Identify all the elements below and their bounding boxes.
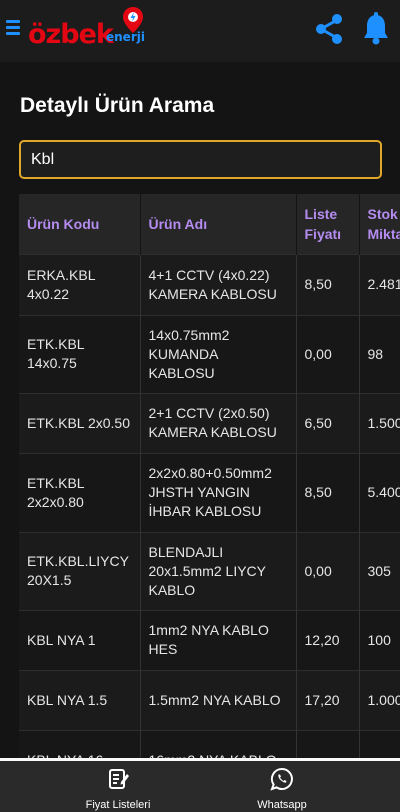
cell-price: 17,20 — [296, 669, 360, 730]
cell-name: 1mm2 NYA KABLO HES — [140, 609, 297, 670]
cell-stock: 5.400 — [359, 452, 400, 532]
cell-stock — [359, 729, 400, 760]
cell-name: 1.5mm2 NYA KABLO — [140, 669, 297, 730]
cell-name: 16mm2 NYA KABLO — [140, 729, 297, 760]
share-icon[interactable] — [312, 12, 346, 46]
cell-stock: 100 — [359, 609, 400, 670]
table-row[interactable]: KBL NYA 1.5 1.5mm2 NYA KABLO 17,20 1.000 — [19, 669, 400, 730]
cell-code: ETK.KBL 14x0.75 — [19, 314, 141, 393]
table-row[interactable]: ETK.KBL 14x0.75 14x0.75mm2 KUMANDA KABLO… — [19, 314, 400, 393]
cell-code: KBL NYA 1.5 — [19, 669, 141, 730]
cell-price: 6,50 — [296, 392, 360, 453]
nav-whatsapp-button[interactable]: Whatsapp — [182, 767, 382, 812]
app-header: özbek enerji — [0, 0, 400, 62]
table-row[interactable]: ETK.KBL 2x0.50 2+1 CCTV (2x0.50) KAMERA … — [19, 392, 400, 453]
menu-icon[interactable] — [6, 18, 22, 38]
column-header-name[interactable]: Ürün Adı — [140, 194, 297, 254]
cell-stock: 305 — [359, 531, 400, 610]
nav-whatsapp-label: Whatsapp — [257, 799, 307, 811]
app-logo[interactable]: özbek enerji — [28, 7, 158, 50]
cell-price: 12,20 — [296, 609, 360, 670]
column-header-stock[interactable]: Stok Miktarı — [359, 194, 400, 254]
search-input[interactable] — [31, 150, 370, 169]
cell-code: ERKA.KBL 4x0.22 — [19, 253, 141, 315]
column-header-code[interactable]: Ürün Kodu — [19, 194, 141, 254]
table-row[interactable]: ERKA.KBL 4x0.22 4+1 CCTV (4x0.22) KAMERA… — [19, 253, 400, 315]
cell-price: 8,50 — [296, 452, 360, 532]
cell-name: BLENDAJLI 20x1.5mm2 LIYCY KABLO — [140, 531, 297, 610]
bell-icon[interactable] — [362, 12, 390, 46]
cell-code: ETK.KBL 2x0.50 — [19, 392, 141, 453]
product-table[interactable]: Ürün Kodu Ürün Adı Liste Fiyatı Stok Mik… — [19, 194, 400, 760]
cell-price: 8,50 — [296, 253, 360, 315]
search-field[interactable] — [19, 140, 382, 179]
cell-name: 4+1 CCTV (4x0.22) KAMERA KABLOSU — [140, 253, 297, 315]
cell-name: 14x0.75mm2 KUMANDA KABLOSU — [140, 314, 297, 393]
logo-text: özbek — [28, 19, 114, 50]
table-row[interactable]: KBL NYA 1 1mm2 NYA KABLO HES 12,20 100 — [19, 609, 400, 670]
bottom-navigation: Fiyat Listeleri Whatsapp — [0, 758, 400, 812]
cell-name: 2+1 CCTV (2x0.50) KAMERA KABLOSU — [140, 392, 297, 453]
cell-code: ETK.KBL.LIYCY 20X1.5 — [19, 531, 141, 610]
location-pin-icon — [123, 7, 143, 33]
cell-price: 0,00 — [296, 531, 360, 610]
table-row[interactable]: KBL NYA 16 16mm2 NYA KABLO — [19, 729, 400, 760]
cell-stock: 1.500 — [359, 392, 400, 453]
whatsapp-icon — [270, 767, 293, 791]
cell-price: 0,00 — [296, 314, 360, 393]
cell-name: 2x2x0.80+0.50mm2 JHSTH YANGIN İHBAR KABL… — [140, 452, 297, 532]
cell-stock: 1.000 — [359, 669, 400, 730]
table-row[interactable]: ETK.KBL 2x2x0.80 2x2x0.80+0.50mm2 JHSTH … — [19, 452, 400, 532]
page-title: Detaylı Ürün Arama — [20, 94, 215, 117]
cell-stock: 2.481 — [359, 253, 400, 315]
column-header-price[interactable]: Liste Fiyatı — [296, 194, 360, 254]
table-row[interactable]: ETK.KBL.LIYCY 20X1.5 BLENDAJLI 20x1.5mm2… — [19, 531, 400, 610]
cell-code: ETK.KBL 2x2x0.80 — [19, 452, 141, 532]
cell-code: KBL NYA 1 — [19, 609, 141, 670]
cell-price — [296, 729, 360, 760]
table-header-row: Ürün Kodu Ürün Adı Liste Fiyatı Stok Mik… — [19, 194, 400, 254]
cell-stock: 98 — [359, 314, 400, 393]
cell-code: KBL NYA 16 — [19, 729, 141, 760]
price-list-icon — [109, 769, 129, 789]
